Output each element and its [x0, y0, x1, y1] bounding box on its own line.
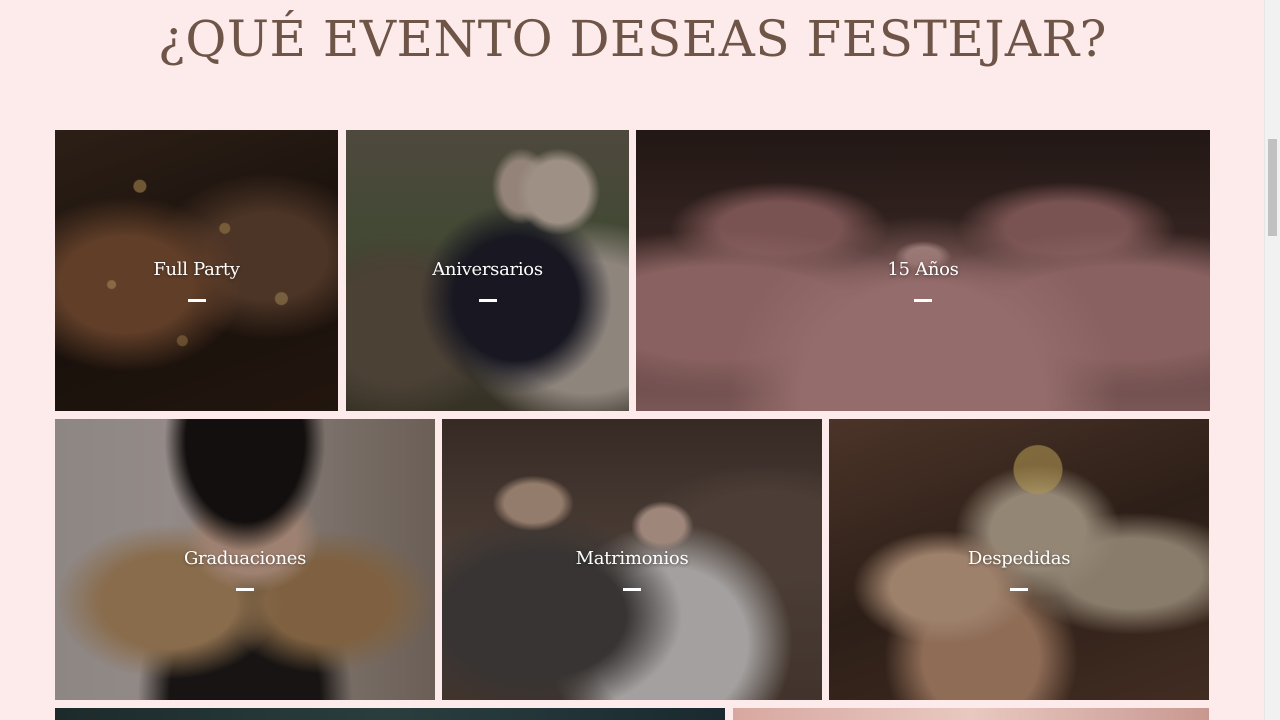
partial-photo-right — [733, 708, 1209, 720]
partial-photo-left — [55, 708, 725, 720]
event-card-label: Despedidas — [967, 548, 1071, 569]
event-card-matrimonios[interactable]: Matrimonios — [442, 419, 822, 700]
event-card-label: Matrimonios — [575, 548, 689, 569]
event-card-label: 15 Años — [887, 259, 959, 280]
event-card-graduaciones[interactable]: Graduaciones — [55, 419, 435, 700]
event-card-despedidas[interactable]: Despedidas — [829, 419, 1209, 700]
dash-divider — [236, 588, 254, 591]
vertical-scrollbar[interactable] — [1264, 0, 1280, 720]
event-card-label: Full Party — [153, 259, 240, 280]
page-title: ¿QUÉ EVENTO DESEAS FESTEJAR? — [158, 10, 1107, 68]
scrollbar-thumb[interactable] — [1268, 139, 1277, 236]
event-card-aniversarios[interactable]: Aniversarios — [346, 130, 629, 411]
dash-divider — [187, 299, 206, 302]
event-card-full-party[interactable]: Full Party — [55, 130, 338, 411]
event-card-label: Aniversarios — [432, 259, 543, 280]
event-card-label: Graduaciones — [183, 548, 307, 569]
dash-divider — [914, 299, 932, 302]
dash-divider — [1010, 588, 1028, 591]
event-card-partial-right[interactable] — [733, 708, 1209, 720]
dash-divider — [478, 299, 497, 302]
event-card-15-anos[interactable]: 15 Años — [636, 130, 1210, 411]
event-card-partial-left[interactable] — [55, 708, 725, 720]
dash-divider — [623, 588, 641, 591]
